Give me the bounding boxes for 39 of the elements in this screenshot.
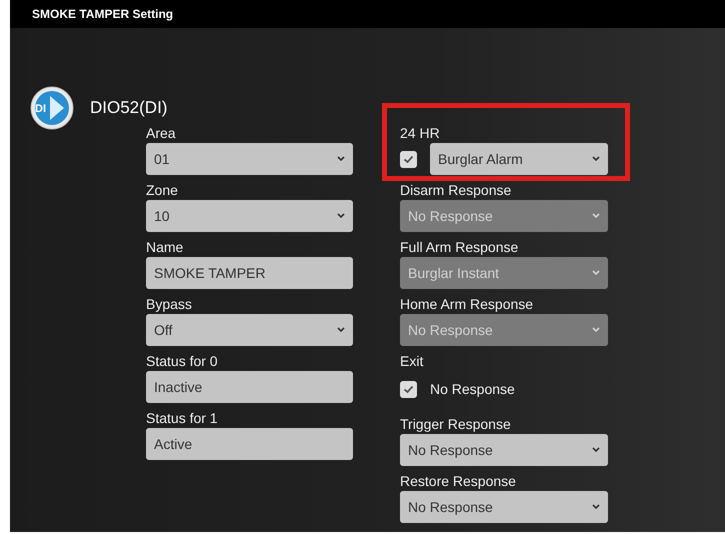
select-dropdown[interactable]: Burglar Alarm: [430, 143, 608, 175]
window-title: SMOKE TAMPER Setting: [32, 6, 174, 23]
chevron-icon: [592, 156, 600, 162]
select-dropdown[interactable]: No Response: [400, 491, 608, 523]
chevron-icon: [592, 270, 600, 276]
chevron-icon: [592, 504, 600, 510]
check-icon: [403, 154, 414, 164]
chevron-icon: [592, 447, 600, 453]
check-icon: [403, 384, 414, 394]
field-label: Zone: [146, 181, 179, 200]
field-label: Home Arm Response: [400, 295, 534, 314]
checkbox[interactable]: [400, 380, 417, 398]
field-label: Name: [146, 238, 184, 257]
checkbox-label: No Response: [430, 380, 515, 399]
field-label: Disarm Response: [400, 181, 512, 200]
select-dropdown[interactable]: No Response: [400, 434, 608, 466]
text-field[interactable]: SMOKE TAMPER: [146, 257, 353, 289]
field-label: 24 HR: [400, 124, 441, 143]
field-label: Status for 0: [146, 352, 219, 371]
text-field[interactable]: Active: [146, 428, 353, 460]
checkbox[interactable]: [400, 150, 417, 168]
chevron-icon: [337, 156, 345, 162]
field-label: Bypass: [146, 295, 193, 314]
field-label: Trigger Response: [400, 415, 512, 434]
chevron-icon: [337, 327, 345, 333]
chevron-icon: [592, 213, 600, 219]
field-label: Area: [146, 124, 177, 143]
field-label: Full Arm Response: [400, 238, 520, 257]
select-dropdown[interactable]: 10: [146, 200, 353, 232]
text-field[interactable]: Inactive: [146, 371, 353, 403]
select-dropdown[interactable]: 01: [146, 143, 353, 175]
chevron-icon: [337, 213, 345, 219]
field-label: Status for 1: [146, 409, 219, 428]
field-label: Exit: [400, 352, 424, 371]
chevron-icon: [592, 327, 600, 333]
field-label: Restore Response: [400, 472, 517, 491]
device-name: DIO52(DI): [90, 97, 168, 120]
device-icon: DI: [30, 86, 74, 130]
select-dropdown[interactable]: Off: [146, 314, 353, 346]
